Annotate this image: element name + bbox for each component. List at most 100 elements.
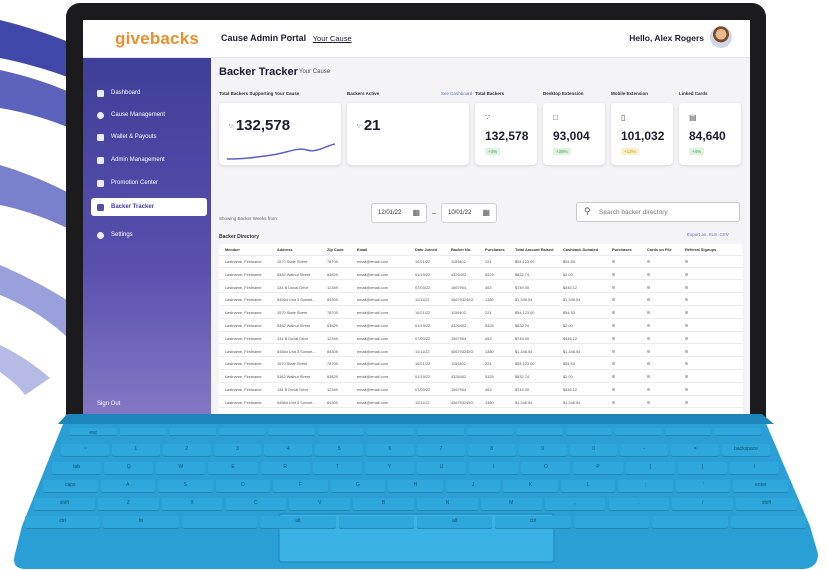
keyboard-key[interactable]: shift (736, 498, 797, 511)
table-row[interactable]: Lastname, Firstname 5382 Walnut Street 638… (219, 320, 743, 332)
keyboard-key[interactable]: R (260, 462, 310, 475)
keyboard-key[interactable]: / (672, 498, 734, 511)
keyboard-key[interactable]: X (161, 498, 223, 511)
calendar-icon[interactable]: ▦ (482, 208, 490, 217)
keyboard-key[interactable]: 2 (162, 444, 211, 457)
keyboard-key[interactable] (664, 428, 712, 436)
keyboard-key[interactable]: B (353, 498, 414, 511)
column-header[interactable]: Address (277, 247, 293, 252)
keyboard-key[interactable] (730, 516, 806, 529)
table-row[interactable]: Lastname, Firstname 1570 State Street 7870… (219, 307, 743, 319)
sidebar-item-promotion-center[interactable]: Promotion Center (91, 174, 207, 192)
table-row[interactable]: Lastname, Firstname 134 B Duval Drive 1234… (219, 282, 743, 294)
keyboard-key[interactable]: G (330, 480, 386, 493)
keyboard-key[interactable]: V (289, 498, 351, 511)
column-header[interactable]: Purchases (485, 247, 505, 252)
keyboard-key[interactable]: U (417, 462, 467, 475)
keyboard-key[interactable]: A (100, 480, 156, 493)
keyboard-key[interactable]: ' (675, 480, 731, 493)
table-row[interactable]: Lastname, Firstname 1570 State Street 7870… (219, 358, 743, 370)
column-header[interactable]: Date Joined (415, 247, 437, 252)
column-header[interactable]: Email (357, 247, 367, 252)
keyboard-key[interactable]: alt (417, 516, 493, 529)
keyboard-key[interactable] (652, 516, 728, 529)
keyboard-key[interactable] (317, 428, 365, 436)
column-header[interactable]: Member (225, 247, 240, 252)
keyboard-key[interactable] (516, 428, 563, 436)
column-header[interactable]: Purchases (612, 247, 632, 252)
keyboard-key[interactable]: tab (52, 462, 102, 475)
column-header[interactable]: Referral Signups (685, 247, 716, 252)
keyboard-key[interactable]: 4 (264, 444, 313, 457)
keyboard-key[interactable]: P (573, 462, 623, 475)
sidebar-item-dashboard[interactable]: Dashboard (91, 84, 207, 102)
keyboard-key[interactable]: D (215, 480, 271, 493)
keyboard-key[interactable] (119, 428, 167, 436)
calendar-icon[interactable]: ▦ (412, 208, 420, 217)
sign-out-link[interactable]: Sign Out (97, 401, 120, 407)
export-link[interactable]: Export as .XLS .CSV (687, 232, 729, 237)
keyboard-key[interactable]: alt (260, 516, 336, 529)
keyboard-key[interactable]: ; (618, 480, 673, 493)
keyboard-key[interactable]: 5 (315, 444, 364, 457)
column-header[interactable]: Backer No. (451, 247, 471, 252)
keyboard-key[interactable]: Q (104, 462, 154, 475)
keyboard-key[interactable] (714, 428, 761, 436)
keyboard-key[interactable]: L (560, 480, 616, 493)
keyboard-key[interactable]: T (312, 462, 362, 475)
keyboard-key[interactable]: H (388, 480, 443, 493)
keyboard-key[interactable] (169, 428, 216, 436)
column-header[interactable]: Cards on File (647, 247, 672, 252)
column-header[interactable]: Zip Code (327, 247, 344, 252)
keyboard-key[interactable]: = (671, 444, 720, 457)
sidebar-item-wallet-payouts[interactable]: Wallet & Payouts (91, 128, 207, 146)
keyboard-key[interactable]: [ (625, 462, 675, 475)
keyboard-key[interactable] (615, 428, 662, 436)
keyboard-key[interactable]: K (503, 480, 558, 493)
keyboard-key[interactable]: S (158, 480, 213, 493)
portal-cause-link[interactable]: Your Cause (313, 34, 352, 43)
date-to-input[interactable]: 10/01/22 ▦ (441, 203, 497, 223)
sidebar-item-cause-management[interactable]: Cause Management (91, 106, 207, 124)
table-row[interactable]: Lastname, Firstname 1570 State Street 7870… (219, 256, 743, 268)
date-from-input[interactable]: 12/01/22 ▦ (371, 203, 427, 223)
see-dashboard-link[interactable]: See Dashboard (441, 91, 472, 96)
keyboard-key[interactable] (268, 428, 315, 436)
keyboard-key[interactable]: 9 (518, 444, 567, 457)
keyboard-key[interactable]: shift (34, 498, 95, 511)
keyboard-key[interactable]: O (521, 462, 571, 475)
keyboard-key[interactable]: Y (364, 462, 414, 475)
sidebar-item-backer-tracker[interactable]: Backer Tracker (91, 198, 207, 216)
keyboard-key[interactable]: Z (97, 498, 159, 511)
keyboard-key[interactable] (466, 428, 514, 436)
keyboard-key[interactable]: ~ (61, 444, 109, 457)
keyboard-key[interactable]: ctrl (495, 516, 571, 529)
keyboard-key[interactable]: . (608, 498, 670, 511)
keyboard-key[interactable]: ] (677, 462, 727, 475)
keyboard-key[interactable]: N (417, 498, 478, 511)
keyboard-key[interactable]: backspace (722, 444, 770, 457)
keyboard-key[interactable]: E (208, 462, 258, 475)
keyboard-key[interactable]: 3 (213, 444, 262, 457)
keyboard-key[interactable] (573, 516, 650, 529)
keyboard-key[interactable]: 1 (111, 444, 160, 457)
keyboard-key[interactable]: , (544, 498, 606, 511)
keyboard-key[interactable]: I (469, 462, 519, 475)
keyboard-key[interactable]: esc (70, 428, 117, 436)
sidebar-item-settings[interactable]: Settings (91, 226, 207, 244)
keyboard-key[interactable]: \ (729, 462, 779, 475)
keyboard-key[interactable]: J (445, 480, 501, 493)
keyboard-key[interactable]: fn (103, 516, 179, 529)
keyboard-key[interactable]: 0 (569, 444, 618, 457)
table-row[interactable]: Lastname, Firstname 134 B Duval Drive 1234… (219, 384, 743, 396)
keyboard-key[interactable]: - (620, 444, 669, 457)
keyboard-key[interactable]: F (273, 480, 328, 493)
keyboard-key[interactable] (181, 516, 258, 529)
keyboard-key[interactable]: 7 (417, 444, 465, 457)
column-header[interactable]: Total Amount Raised (515, 247, 553, 252)
table-row[interactable]: Lastname, Firstname 5382 Walnut Street 638… (219, 269, 743, 281)
table-row[interactable]: Lastname, Firstname 5456d Unit 3 Sunset..… (219, 294, 743, 306)
keyboard-key[interactable]: ctrl (25, 516, 101, 529)
table-row[interactable]: Lastname, Firstname 5456d Unit 3 Sunset..… (219, 397, 743, 409)
keyboard-key[interactable]: caps (43, 480, 98, 493)
